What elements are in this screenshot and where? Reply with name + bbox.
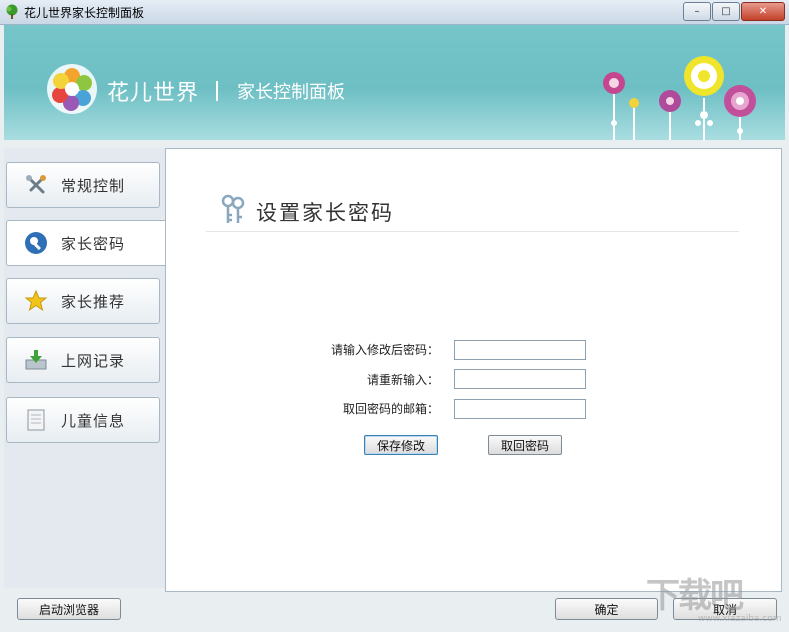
launch-browser-button[interactable]: 启动浏览器 (17, 598, 121, 620)
new-password-input[interactable] (454, 340, 586, 360)
flowers-decoration-icon (603, 56, 756, 140)
header-separator (216, 81, 218, 101)
sidebar-item-parent-password[interactable]: 家长密码 (6, 220, 167, 266)
sidebar: 常规控制 家长密码 家长推荐 上网记录 儿童信息 (4, 148, 167, 588)
header-subtitle: 家长控制面板 (237, 82, 345, 103)
sidebar-item-child-info[interactable]: 儿童信息 (6, 397, 160, 443)
window-controls: – □ ✕ (682, 2, 785, 21)
recovery-email-label: 取回密码的邮箱： (342, 402, 439, 416)
maximize-button[interactable]: □ (712, 2, 740, 21)
window-title: 花儿世界家长控制面板 (24, 6, 145, 20)
title-divider (206, 231, 739, 232)
title-bar[interactable]: 花儿世界家长控制面板 – □ ✕ (0, 0, 789, 25)
ok-button[interactable]: 确定 (555, 598, 658, 620)
star-icon (23, 288, 49, 314)
tree-icon (6, 4, 18, 19)
brand-name: 花儿世界 (107, 81, 200, 106)
new-password-label: 请输入修改后密码： (330, 343, 439, 357)
retrieve-password-button[interactable]: 取回密码 (488, 435, 562, 455)
close-button[interactable]: ✕ (741, 2, 785, 21)
keys-icon (221, 194, 245, 223)
sidebar-item-general-control[interactable]: 常规控制 (6, 162, 160, 208)
confirm-password-label: 请重新输入： (366, 373, 439, 387)
recovery-email-input[interactable] (454, 399, 586, 419)
main-panel: 设置家长密码 请输入修改后密码： 请重新输入： 取回密码的邮箱： 保存修改 取回… (165, 148, 782, 592)
sidebar-item-label: 儿童信息 (61, 411, 126, 430)
confirm-password-input[interactable] (454, 369, 586, 389)
tools-icon (23, 172, 49, 198)
sidebar-item-label: 家长推荐 (61, 292, 126, 311)
header-banner: 花儿世界 家长控制面板 (4, 25, 785, 140)
watermark-url: www.xiazaiba.com (698, 614, 782, 624)
minimize-button[interactable]: – (683, 2, 711, 21)
page-title: 设置家长密码 (256, 201, 394, 225)
sidebar-item-label: 常规控制 (61, 176, 126, 195)
document-icon (23, 407, 49, 433)
sidebar-item-label: 上网记录 (61, 351, 126, 370)
sidebar-item-parent-recommend[interactable]: 家长推荐 (6, 278, 160, 324)
sidebar-item-label: 家长密码 (61, 234, 126, 253)
key-icon (23, 230, 49, 256)
sidebar-item-browsing-history[interactable]: 上网记录 (6, 337, 160, 383)
watermark-logo: 下载吧 www.xiazaiba.com (646, 568, 786, 630)
watermark-text: 下载吧 (646, 576, 744, 616)
save-changes-button[interactable]: 保存修改 (364, 435, 438, 455)
download-tray-icon (23, 347, 49, 373)
flower-logo-icon (47, 64, 97, 114)
